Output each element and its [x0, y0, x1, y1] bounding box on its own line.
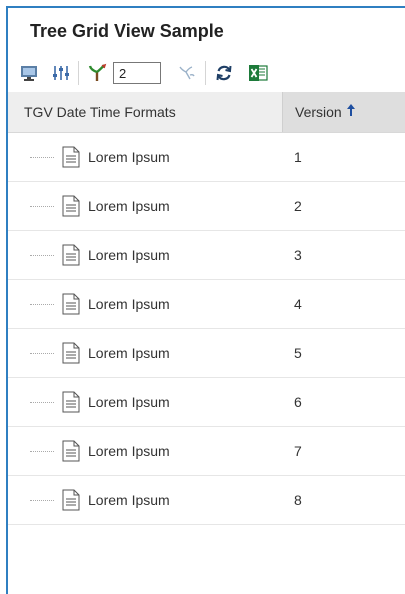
toolbar	[8, 54, 405, 92]
panel-title: Tree Grid View Sample	[30, 21, 224, 41]
tree-connector	[30, 352, 54, 354]
document-icon	[62, 489, 80, 511]
table-row[interactable]: Lorem Ipsum 6	[8, 378, 405, 427]
row-version: 2	[294, 198, 302, 214]
row-label: Lorem Ipsum	[88, 345, 170, 361]
tree-grid-panel: Tree Grid View Sample 2 TGV Date Time Fo…	[6, 6, 405, 594]
column-header-version[interactable]: Version	[282, 92, 405, 132]
table-row[interactable]: Lorem Ipsum 3	[8, 231, 405, 280]
document-icon	[62, 244, 80, 266]
grid-body: Lorem Ipsum 1 Lorem Ipsum 2 Lorem Ipsum	[8, 133, 405, 525]
row-version: 5	[294, 345, 302, 361]
row-label: Lorem Ipsum	[88, 149, 170, 165]
table-row[interactable]: Lorem Ipsum 5	[8, 329, 405, 378]
toolbar-divider	[205, 61, 206, 85]
row-version: 4	[294, 296, 302, 312]
sort-ascending-icon	[346, 92, 356, 132]
tree-depth-input[interactable]	[113, 62, 161, 84]
row-version: 7	[294, 443, 302, 459]
row-label: Lorem Ipsum	[88, 443, 170, 459]
tree-connector	[30, 401, 54, 403]
excel-export-icon[interactable]	[248, 60, 268, 86]
tree-cell: Lorem Ipsum	[8, 440, 282, 462]
document-icon	[62, 342, 80, 364]
tree-cell: Lorem Ipsum	[8, 342, 282, 364]
column-header-name[interactable]: TGV Date Time Formats	[8, 92, 282, 132]
document-icon	[62, 391, 80, 413]
column-header-version-label: Version	[295, 104, 342, 120]
collapse-tree-icon[interactable]	[177, 60, 197, 86]
tree-connector	[30, 156, 54, 158]
monitor-icon[interactable]	[20, 60, 38, 86]
table-row[interactable]: Lorem Ipsum 1	[8, 133, 405, 182]
toolbar-divider	[78, 61, 79, 85]
refresh-icon[interactable]	[214, 60, 234, 86]
row-version: 3	[294, 247, 302, 263]
row-version: 6	[294, 394, 302, 410]
tree-cell: Lorem Ipsum	[8, 489, 282, 511]
document-icon	[62, 146, 80, 168]
expand-tree-icon[interactable]	[87, 60, 107, 86]
document-icon	[62, 440, 80, 462]
row-label: Lorem Ipsum	[88, 198, 170, 214]
column-settings-icon[interactable]	[52, 60, 70, 86]
tree-cell: Lorem Ipsum	[8, 244, 282, 266]
table-row[interactable]: Lorem Ipsum 7	[8, 427, 405, 476]
row-version: 1	[294, 149, 302, 165]
tree-connector	[30, 205, 54, 207]
table-row[interactable]: Lorem Ipsum 4	[8, 280, 405, 329]
row-label: Lorem Ipsum	[88, 247, 170, 263]
tree-cell: Lorem Ipsum	[8, 391, 282, 413]
grid-header: TGV Date Time Formats Version	[8, 92, 405, 133]
row-version: 8	[294, 492, 302, 508]
document-icon	[62, 195, 80, 217]
tree-connector	[30, 254, 54, 256]
tree-cell: Lorem Ipsum	[8, 146, 282, 168]
table-row[interactable]: Lorem Ipsum 2	[8, 182, 405, 231]
row-label: Lorem Ipsum	[88, 394, 170, 410]
tree-connector	[30, 499, 54, 501]
row-label: Lorem Ipsum	[88, 296, 170, 312]
table-row[interactable]: Lorem Ipsum 8	[8, 476, 405, 525]
tree-cell: Lorem Ipsum	[8, 195, 282, 217]
row-label: Lorem Ipsum	[88, 492, 170, 508]
tree-cell: Lorem Ipsum	[8, 293, 282, 315]
tree-connector	[30, 450, 54, 452]
document-icon	[62, 293, 80, 315]
tree-connector	[30, 303, 54, 305]
